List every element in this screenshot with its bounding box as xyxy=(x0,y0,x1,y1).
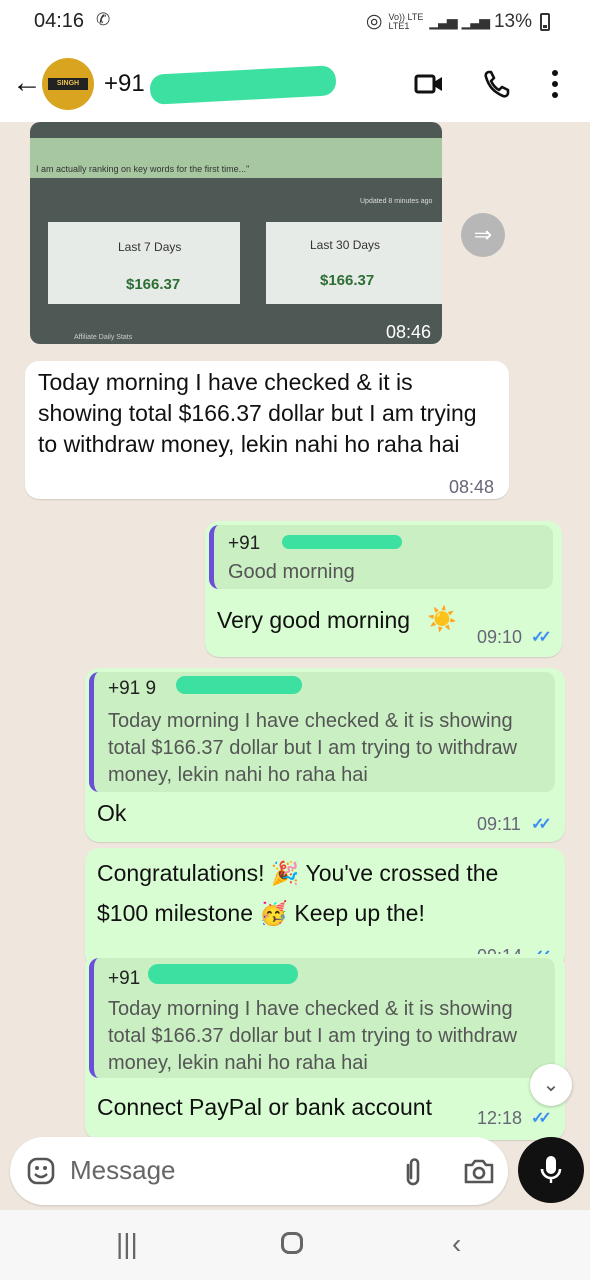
message-time: 09:11 xyxy=(477,814,521,834)
outgoing-message[interactable]: +91 Good morning Very good morning ☀️ 09… xyxy=(205,521,562,657)
video-call-icon[interactable] xyxy=(413,68,445,100)
avatar-logo-text: SINGH xyxy=(48,78,88,90)
message-text: Connect PayPal or bank account xyxy=(97,1094,432,1120)
lte-bottom-label: LTE1 xyxy=(388,20,410,31)
outgoing-message[interactable]: +91 9 Today morning I have checked & it … xyxy=(85,668,565,842)
message-text: Ok xyxy=(97,800,127,826)
back-arrow-icon[interactable]: ← xyxy=(12,66,42,100)
outgoing-message[interactable]: Congratulations! 🎉 You've crossed the $1… xyxy=(85,848,565,968)
image-footer-text: Affiliate Daily Stats xyxy=(74,334,133,341)
party-popper-emoji: 🎉 xyxy=(270,860,300,886)
back-nav-icon[interactable]: ‹ xyxy=(452,1228,461,1260)
attach-icon[interactable] xyxy=(402,1157,424,1187)
quote-author: +91 xyxy=(108,968,141,989)
message-input[interactable]: Message xyxy=(70,1155,176,1186)
quote-text: Today morning I have checked & it is sho… xyxy=(108,998,518,1074)
quoted-message[interactable]: +91 Today morning I have checked & it is… xyxy=(89,958,555,1078)
quoted-message[interactable]: +91 Good morning xyxy=(209,525,553,589)
message-text-part: Keep up the! xyxy=(294,900,425,926)
message-text: Today morning I have checked & it is sho… xyxy=(38,369,477,457)
sun-emoji: ☀️ xyxy=(427,606,457,633)
card1-value: $166.37 xyxy=(126,276,181,293)
message-input-bar[interactable]: Message xyxy=(10,1137,508,1205)
message-time: 12:18 xyxy=(477,1108,523,1128)
double-check-icon: ✓✓ xyxy=(531,1110,552,1127)
scroll-down-icon[interactable]: ⌄ xyxy=(530,1064,572,1106)
message-text-part: You've crossed the xyxy=(305,860,499,886)
phone-icon[interactable] xyxy=(482,68,512,100)
image-banner: I am actually ranking on key words for t… xyxy=(30,138,442,178)
image-message[interactable]: I am actually ranking on key words for t… xyxy=(30,122,442,344)
partying-face-emoji: 🥳 xyxy=(259,900,289,926)
forward-icon[interactable]: ⇒ xyxy=(461,213,505,257)
message-text-line2: $100 milestone 🥳 Keep up the! xyxy=(97,898,425,929)
card2-label: Last 30 Days xyxy=(310,238,381,252)
status-bar: 04:16 ✆ ◎ Vo)) LTE LTE1 ▁▃▅ ▁▃▅ 13% xyxy=(0,0,590,46)
message-text-part: Congratulations! xyxy=(97,860,265,886)
image-banner-text: I am actually ranking on key words for t… xyxy=(36,164,250,174)
redaction-mark xyxy=(176,676,302,694)
contact-name[interactable]: +91 xyxy=(104,70,145,98)
quote-author: +91 9 xyxy=(108,678,157,699)
quote-text: Good morning xyxy=(228,561,355,583)
image-time: 08:46 xyxy=(386,322,432,342)
whatsapp-status-icon: ✆ xyxy=(96,10,111,29)
signal-icon-2: ▁▃▅ xyxy=(461,13,490,29)
image-card-30days xyxy=(266,222,442,304)
system-nav-bar: ||| ‹ xyxy=(0,1210,590,1280)
quote-text: Today morning I have checked & it is sho… xyxy=(108,710,518,786)
mic-button[interactable] xyxy=(518,1137,584,1203)
battery-percent: 13% xyxy=(493,10,532,32)
camera-icon[interactable] xyxy=(463,1157,495,1185)
redaction-mark xyxy=(148,964,298,984)
image-updated-text: Updated 8 minutes ago xyxy=(360,198,433,205)
outgoing-message[interactable]: +91 Today morning I have checked & it is… xyxy=(85,954,565,1140)
recents-nav-icon[interactable]: ||| xyxy=(116,1228,138,1260)
redaction-mark xyxy=(282,535,402,549)
battery-icon xyxy=(540,12,550,31)
card1-label: Last 7 Days xyxy=(118,240,182,254)
message-text: Very good morning xyxy=(217,607,411,633)
status-right-group: ◎ Vo)) LTE LTE1 ▁▃▅ ▁▃▅ 13% xyxy=(366,10,550,33)
hotspot-icon: ◎ xyxy=(365,11,383,32)
message-text-part: $100 milestone xyxy=(97,900,253,926)
mic-icon xyxy=(540,1156,562,1183)
quoted-message[interactable]: +91 9 Today morning I have checked & it … xyxy=(89,672,555,792)
incoming-message[interactable]: Today morning I have checked & it is sho… xyxy=(25,361,509,499)
message-time: 08:48 xyxy=(449,477,495,497)
chat-area[interactable]: I am actually ranking on key words for t… xyxy=(0,122,590,1142)
more-vert-icon[interactable] xyxy=(552,70,560,98)
message-text-line1: Congratulations! 🎉 You've crossed the xyxy=(97,858,557,889)
double-check-icon: ✓✓ xyxy=(531,816,552,833)
signal-icon: ▁▃▅ xyxy=(429,13,457,29)
avatar[interactable]: SINGH xyxy=(42,58,94,110)
redaction-mark xyxy=(149,65,337,105)
lte-indicator: Vo)) LTE LTE1 xyxy=(388,12,423,31)
card2-value: $166.37 xyxy=(320,272,375,289)
status-time: 04:16 xyxy=(34,10,85,32)
double-check-icon: ✓✓ xyxy=(531,629,552,646)
message-time: 09:10 xyxy=(477,627,523,647)
home-nav-icon[interactable] xyxy=(281,1232,303,1254)
emoji-icon[interactable] xyxy=(26,1156,56,1186)
chat-header: ← SINGH +91 xyxy=(0,46,590,122)
quote-author: +91 xyxy=(228,533,261,554)
